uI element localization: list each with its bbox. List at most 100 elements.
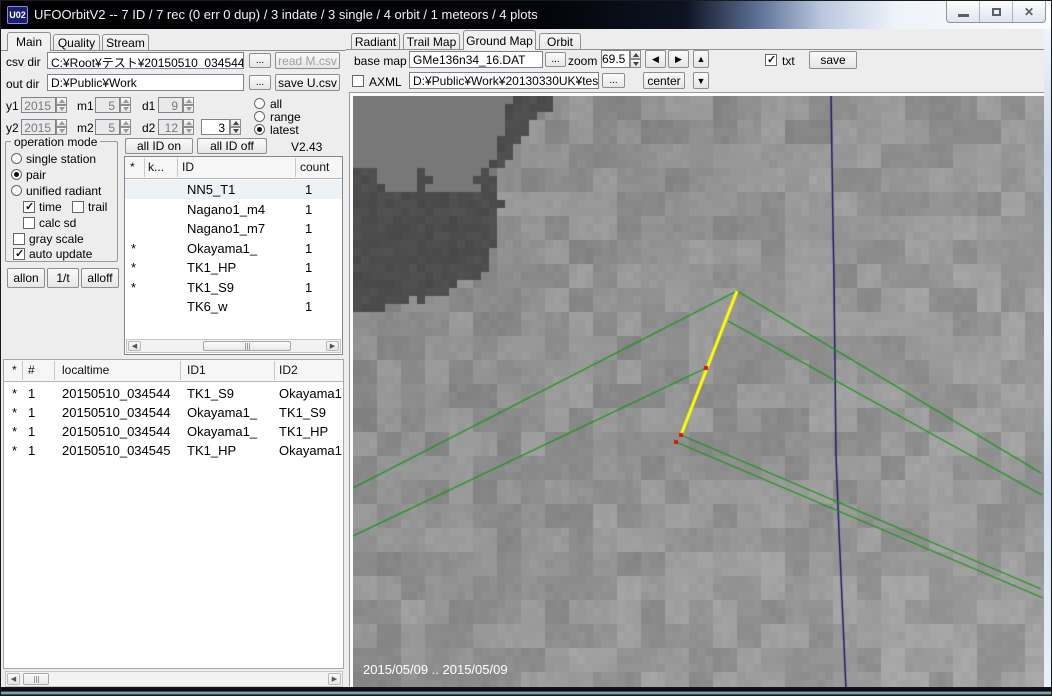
restore-button[interactable] [980,1,1013,22]
scroll-right-icon[interactable]: ▶ [328,673,341,685]
minimize-button[interactable] [947,1,980,22]
spin-up-icon[interactable] [56,97,67,105]
pan-down-button[interactable]: ▼ [693,72,709,89]
right-arrow-icon: ▶ [675,54,682,65]
spin-down-icon[interactable] [183,105,194,113]
spin-down-icon[interactable] [230,127,241,135]
out-dir-input[interactable]: D:¥Public¥Work [47,74,244,91]
m2-spinner[interactable] [120,119,131,135]
spin-up-icon[interactable] [183,119,194,127]
axml-browse-button[interactable]: ... [602,73,625,88]
csv-dir-browse-button[interactable]: ... [249,53,271,68]
tab-main[interactable]: Main [7,32,51,51]
close-button[interactable]: ✕ [1013,1,1045,22]
out-dir-browse-button[interactable]: ... [249,75,271,90]
zoom-spinbox[interactable]: 69.5 [601,50,630,68]
spin-down-icon[interactable] [56,127,67,135]
scrollbar-thumb[interactable] [203,341,291,351]
trail-checkbox[interactable] [72,201,84,213]
spin-up-icon[interactable] [630,50,641,59]
row-id: Nagano1_m4 [187,202,265,217]
base-map-input[interactable]: GMe136n34_16.DAT [409,51,543,68]
m1-spinbox[interactable]: 5 [95,97,120,113]
single-station-radio[interactable] [11,153,22,164]
spin-down-icon[interactable] [56,105,67,113]
pair-table-row[interactable]: *120150510_034545TK1_HPOkayama1 [4,441,343,460]
spin-down-icon[interactable] [183,127,194,135]
d1-spinbox[interactable]: 9 [158,97,183,113]
scroll-left-icon[interactable]: ◀ [128,341,141,351]
id-table-row[interactable]: Nagano1_m41 [125,200,342,219]
latest-count-spinner[interactable] [230,119,241,135]
allon-button[interactable]: allon [7,268,45,288]
tab-ground-map[interactable]: Ground Map [463,30,536,50]
tab-quality[interactable]: Quality [53,34,100,51]
tab-stream[interactable]: Stream [102,34,149,51]
all-radio[interactable] [254,98,265,109]
spin-down-icon[interactable] [120,105,131,113]
left-panel-hscrollbar[interactable]: ◀ ▶ [5,671,343,687]
id-table-row[interactable]: TK6_w1 [125,297,342,316]
row-star: * [131,280,136,295]
spin-down-icon[interactable] [630,59,641,68]
d1-spinner[interactable] [183,97,194,113]
zoom-spinner[interactable] [630,50,641,68]
latest-count-spinbox[interactable]: 3 [201,119,230,135]
spin-up-icon[interactable] [230,119,241,127]
tab-radiant[interactable]: Radiant [351,33,400,50]
d2-spinner[interactable] [183,119,194,135]
read-mcsv-button[interactable]: read M.csv [275,52,340,69]
one-t-button[interactable]: 1/t [47,268,79,288]
id-table-row[interactable]: *TK1_S91 [125,278,342,297]
spin-down-icon[interactable] [120,127,131,135]
pan-right-button[interactable]: ▶ [668,50,689,68]
csv-dir-input[interactable]: C:¥Root¥テスト¥20150510_034544 [47,52,244,69]
alloff-button[interactable]: alloff [81,268,119,288]
center-button[interactable]: center [643,72,685,89]
save-button[interactable]: save [809,51,857,69]
y1-spinbox[interactable]: 2015 [21,97,56,113]
d2-spinbox[interactable]: 12 [158,119,183,135]
id-table-row[interactable]: *Okayama1_1 [125,239,342,258]
spin-up-icon[interactable] [120,119,131,127]
id-table-row[interactable]: NN5_T11 [125,180,342,199]
id-table-row[interactable]: *TK1_HP1 [125,258,342,277]
all-id-off-button[interactable]: all ID off [197,138,267,154]
scrollbar-thumb[interactable] [23,673,49,685]
time-checkbox[interactable] [23,201,35,213]
auto-update-checkbox[interactable] [13,248,25,260]
tab-trail-map[interactable]: Trail Map [403,33,460,50]
pair-table-row[interactable]: *120150510_034544Okayama1_TK1_HP [4,422,343,441]
ground-map-canvas[interactable] [353,96,1044,688]
id-table-header: * k... ID count [125,157,342,179]
pan-up-button[interactable]: ▲ [693,50,709,68]
m2-spinbox[interactable]: 5 [95,119,120,135]
y2-spinner[interactable] [56,119,67,135]
save-ucsv-button[interactable]: save U.csv [275,74,340,91]
tab-orbit[interactable]: Orbit [539,33,581,50]
spin-up-icon[interactable] [56,119,67,127]
y1-spinner[interactable] [56,97,67,113]
pair-table-row[interactable]: *120150510_034544Okayama1_TK1_S9 [4,403,343,422]
y2-spinbox[interactable]: 2015 [21,119,56,135]
latest-radio[interactable] [254,124,265,135]
scroll-right-icon[interactable]: ▶ [326,341,339,351]
id-table-hscrollbar[interactable]: ◀ ▶ [126,339,341,353]
spin-up-icon[interactable] [183,97,194,105]
m1-spinner[interactable] [120,97,131,113]
pair-table-row[interactable]: *120150510_034544TK1_S9Okayama1 [4,384,343,403]
txt-checkbox[interactable] [765,54,777,66]
pair-radio[interactable] [11,169,22,180]
range-radio[interactable] [254,111,265,122]
calc-sd-checkbox[interactable] [23,217,35,229]
unified-radiant-radio[interactable] [11,185,22,196]
all-id-on-button[interactable]: all ID on [125,138,193,154]
pan-left-button[interactable]: ◀ [645,50,666,68]
id-table-row[interactable]: Nagano1_m71 [125,219,342,238]
base-map-browse-button[interactable]: ... [545,52,566,67]
scroll-left-icon[interactable]: ◀ [7,673,20,685]
axml-path-input[interactable]: D:¥Public¥Work¥20130330UK¥testcs [409,72,599,89]
gray-scale-checkbox[interactable] [13,233,25,245]
axml-checkbox[interactable] [352,75,364,87]
spin-up-icon[interactable] [120,97,131,105]
